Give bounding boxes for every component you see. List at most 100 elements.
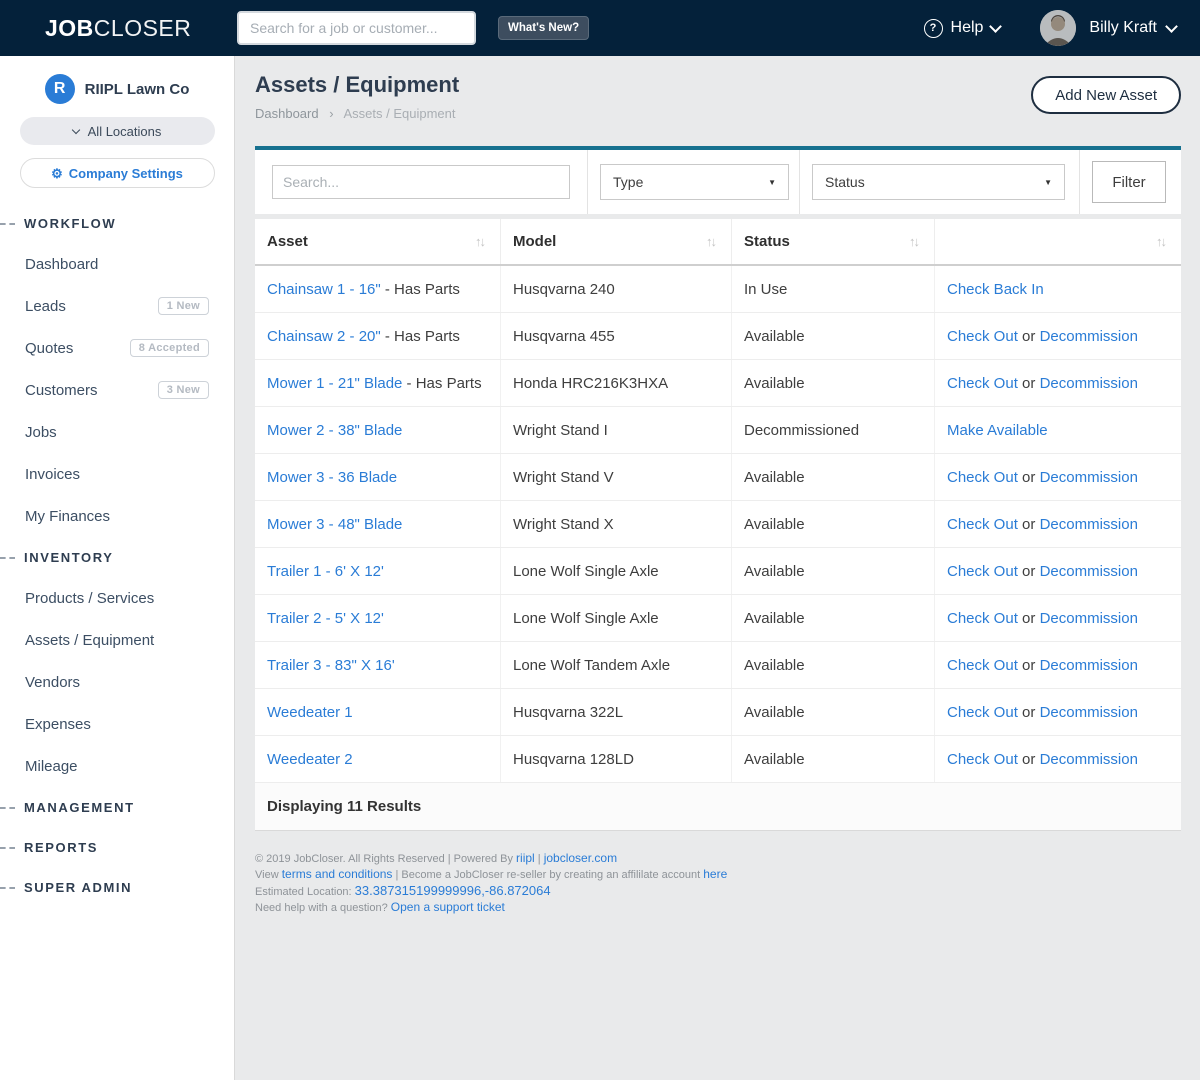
action-link-check-out[interactable]: Check Out [947,469,1018,486]
actions-cell: Check Out or Decommission [934,595,1181,641]
actions-cell: Check Back In [934,266,1181,312]
action-link-check-out[interactable]: Check Out [947,751,1018,768]
action-link-check-out[interactable]: Check Out [947,328,1018,345]
dropdown-arrow-icon: ▼ [1044,178,1052,187]
column-header-actions[interactable]: ↑↓ [934,219,1181,264]
user-menu[interactable]: Billy Kraft [1089,19,1176,37]
action-link-check-out[interactable]: Check Out [947,657,1018,674]
action-link-decommission[interactable]: Decommission [1040,657,1138,674]
avatar[interactable] [1040,10,1076,46]
sidebar-item-jobs[interactable]: Jobs [0,411,234,453]
add-new-asset-button[interactable]: Add New Asset [1031,76,1181,114]
locations-dropdown[interactable]: All Locations [20,117,215,145]
sidebar-section-super-admin[interactable]: SUPER ADMIN [0,867,234,907]
asset-link[interactable]: Mower 3 - 36 Blade [267,469,397,486]
status-cell: Available [731,642,934,688]
footer-link-jobcloser-com[interactable]: jobcloser.com [544,851,617,865]
status-cell: Available [731,548,934,594]
sidebar-section-reports[interactable]: REPORTS [0,827,234,867]
footer-link-33-387315199999996-86-872064[interactable]: 33.387315199999996,-86.872064 [355,883,551,898]
page-footer: © 2019 JobCloser. All Rights Reserved | … [255,851,1181,916]
action-link-check-back-in[interactable]: Check Back In [947,281,1044,298]
sidebar-item-dashboard[interactable]: Dashboard [0,243,234,285]
table-row: Mower 3 - 36 BladeWright Stand VAvailabl… [255,454,1181,501]
sidebar-item-vendors[interactable]: Vendors [0,661,234,703]
asset-link[interactable]: Weedeater 1 [267,704,353,721]
sidebar-section-inventory[interactable]: INVENTORY [0,537,234,577]
sidebar-item-assets-equipment[interactable]: Assets / Equipment [0,619,234,661]
locations-label: All Locations [88,124,162,139]
model-cell: Husqvarna 240 [500,266,731,312]
action-link-check-out[interactable]: Check Out [947,516,1018,533]
sort-icon[interactable]: ↑↓ [909,234,920,249]
asset-link[interactable]: Mower 2 - 38" Blade [267,422,402,439]
sort-icon[interactable]: ↑↓ [706,234,717,249]
status-cell: Available [731,360,934,406]
asset-link[interactable]: Mower 3 - 48" Blade [267,516,402,533]
action-link-decommission[interactable]: Decommission [1040,469,1138,486]
action-link-decommission[interactable]: Decommission [1040,328,1138,345]
help-menu[interactable]: ? Help [924,19,1001,38]
actions-cell: Check Out or Decommission [934,501,1181,547]
actions-cell: Check Out or Decommission [934,313,1181,359]
sidebar-section-workflow[interactable]: WORKFLOW [0,203,234,243]
column-header-model[interactable]: Model ↑↓ [500,219,731,264]
chevron-down-icon [1165,20,1178,33]
sidebar-item-my-finances[interactable]: My Finances [0,495,234,537]
column-header-status[interactable]: Status ↑↓ [731,219,934,264]
filter-status-cell: Status ▼ [800,150,1080,214]
sort-icon[interactable]: ↑↓ [475,234,486,249]
actions-cell: Check Out or Decommission [934,454,1181,500]
filter-button[interactable]: Filter [1092,161,1166,203]
asset-link[interactable]: Mower 1 - 21" Blade [267,375,402,392]
filter-search-cell [255,150,588,214]
sidebar-item-customers[interactable]: Customers3 New [0,369,234,411]
asset-cell: Chainsaw 2 - 20" - Has Parts [255,313,500,359]
avatar-photo [1040,10,1076,46]
sidebar-section-management[interactable]: MANAGEMENT [0,787,234,827]
status-select[interactable]: Status ▼ [812,164,1065,200]
table-row: Weedeater 2Husqvarna 128LDAvailableCheck… [255,736,1181,783]
table-search-input[interactable] [272,165,570,199]
model-cell: Husqvarna 128LD [500,736,731,782]
action-link-decommission[interactable]: Decommission [1040,516,1138,533]
footer-link-terms-and-conditions[interactable]: terms and conditions [282,867,393,881]
global-search-input[interactable] [237,11,476,45]
asset-link[interactable]: Trailer 1 - 6' X 12' [267,563,384,580]
breadcrumb-current: Assets / Equipment [343,106,455,121]
column-header-asset[interactable]: Asset ↑↓ [255,219,500,264]
logo-text-bold: JOB [45,15,94,41]
sidebar-item-products-services[interactable]: Products / Services [0,577,234,619]
action-link-decommission[interactable]: Decommission [1040,375,1138,392]
model-cell: Lone Wolf Single Axle [500,548,731,594]
action-link-check-out[interactable]: Check Out [947,704,1018,721]
type-select[interactable]: Type ▼ [600,164,789,200]
sort-icon[interactable]: ↑↓ [1156,234,1167,249]
action-link-make-available[interactable]: Make Available [947,422,1048,439]
action-link-decommission[interactable]: Decommission [1040,704,1138,721]
asset-link[interactable]: Trailer 3 - 83" X 16' [267,657,395,674]
action-link-decommission[interactable]: Decommission [1040,563,1138,580]
app-logo[interactable]: JOBCLOSER [45,15,191,42]
asset-link[interactable]: Trailer 2 - 5' X 12' [267,610,384,627]
action-link-check-out[interactable]: Check Out [947,563,1018,580]
action-link-check-out[interactable]: Check Out [947,610,1018,627]
sidebar-item-invoices[interactable]: Invoices [0,453,234,495]
sidebar-sections: WORKFLOWDashboardLeads1 NewQuotes8 Accep… [0,203,234,907]
action-link-decommission[interactable]: Decommission [1040,751,1138,768]
asset-link[interactable]: Chainsaw 2 - 20" [267,328,381,345]
sidebar-item-leads[interactable]: Leads1 New [0,285,234,327]
asset-link[interactable]: Chainsaw 1 - 16" [267,281,381,298]
action-link-decommission[interactable]: Decommission [1040,610,1138,627]
footer-link-riipl[interactable]: riipl [516,851,535,865]
footer-link-here[interactable]: here [703,867,727,881]
sidebar-item-mileage[interactable]: Mileage [0,745,234,787]
asset-link[interactable]: Weedeater 2 [267,751,353,768]
whats-new-button[interactable]: What's New? [498,16,589,40]
sidebar-item-quotes[interactable]: Quotes8 Accepted [0,327,234,369]
sidebar-item-expenses[interactable]: Expenses [0,703,234,745]
company-settings-button[interactable]: ⚙ Company Settings [20,158,215,188]
breadcrumb-dashboard[interactable]: Dashboard [255,106,319,121]
action-link-check-out[interactable]: Check Out [947,375,1018,392]
footer-link-open-a-support-ticket[interactable]: Open a support ticket [391,900,505,914]
